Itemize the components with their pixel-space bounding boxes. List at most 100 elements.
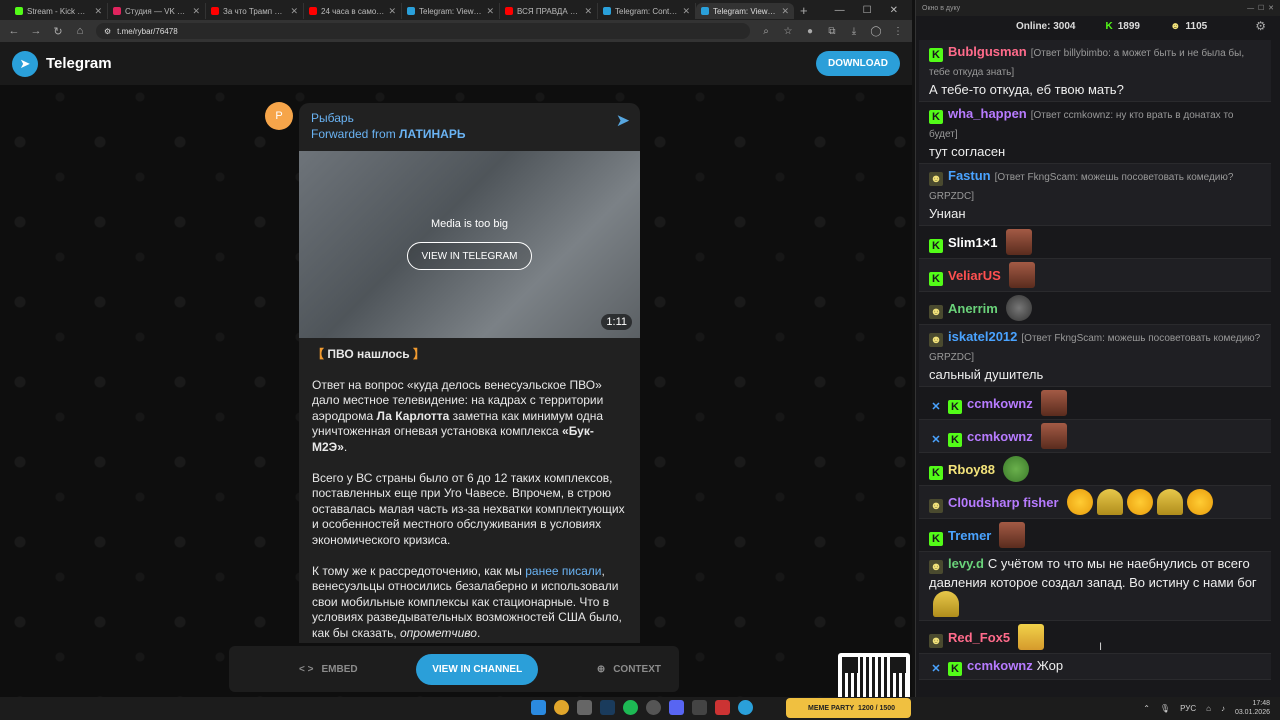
browser-tab[interactable]: Telegram: View @abuz... ✕ [402, 3, 500, 19]
url-field[interactable]: ⚙ t.me/rybar/76478 [96, 23, 750, 39]
username[interactable]: Anerrim [948, 301, 998, 316]
channel-name[interactable]: Рыбарь [311, 111, 628, 125]
username[interactable]: Bublgusman [948, 44, 1027, 59]
zoom-icon[interactable]: ⌕ [760, 26, 772, 37]
browser-tab[interactable]: ВСЯ ПРАВДА ПРО АРГ...✕ [500, 3, 598, 19]
app-icon[interactable] [715, 700, 730, 715]
maximize-icon[interactable]: ☐ [863, 5, 872, 16]
telegram-plane-icon: ➤ [615, 111, 630, 130]
username[interactable]: Fastun [948, 168, 991, 183]
minimize-icon[interactable]: — [835, 5, 845, 16]
close-tab-icon[interactable]: ✕ [94, 6, 102, 17]
username[interactable]: ccmkownz [967, 396, 1033, 411]
username[interactable]: Cl0udsharp fisher [948, 495, 1059, 510]
username[interactable]: Rboy88 [948, 462, 995, 477]
earlier-post-link[interactable]: ранее писали [525, 564, 601, 578]
chat-message: K Slim1×1 [919, 226, 1271, 259]
browser-tab[interactable]: 24 часа в самом опасн... ✕ [304, 3, 402, 19]
steam-icon[interactable] [600, 700, 615, 715]
close-tab-icon[interactable]: ✕ [486, 6, 494, 17]
new-tab-icon[interactable]: + [800, 3, 808, 18]
video-preview[interactable]: Media is too big VIEW IN TELEGRAM 1:11 [299, 151, 640, 338]
chat-message: ✕ Kccmkownz Жор [919, 654, 1271, 680]
globe-icon: ⊕ [596, 663, 606, 675]
chat-message: K VeliarUS [919, 259, 1271, 292]
username[interactable]: ccmkownz [967, 658, 1033, 673]
kick-badge-icon: K [929, 110, 943, 124]
profile-icon[interactable]: ◯ [870, 26, 882, 37]
kick-favicon-icon [15, 7, 23, 15]
close-tab-icon[interactable]: ✕ [290, 6, 298, 17]
view-in-channel-button[interactable]: VIEW IN CHANNEL [416, 653, 539, 685]
forward-icon[interactable]: → [30, 25, 42, 37]
app-icon[interactable] [692, 700, 707, 715]
online-counter: Online: 3004 [1016, 21, 1075, 32]
username[interactable]: VeliarUS [948, 268, 1001, 283]
title-bracket-close: 】 [412, 347, 425, 361]
site-info-icon[interactable]: ⚙ [104, 27, 111, 36]
chat-message: K Rboy88 [919, 453, 1271, 486]
username[interactable]: Red_Fox5 [948, 630, 1010, 645]
close-tab-icon[interactable]: ✕ [388, 6, 396, 17]
paragraph-2: Всего у ВС страны было от 6 до 12 таких … [312, 470, 625, 547]
forwarded-source[interactable]: ЛАТИНАРЬ [399, 127, 465, 141]
language-indicator[interactable]: РУС [1180, 704, 1196, 713]
settings-icon[interactable]: ⚙ [1255, 19, 1266, 33]
bookmark-star-icon[interactable]: ☆ [782, 26, 794, 37]
back-icon[interactable]: ← [8, 25, 20, 37]
network-icon[interactable]: ⌂ [1206, 704, 1211, 713]
app-icon[interactable] [577, 700, 592, 715]
download-button[interactable]: DOWNLOAD [816, 51, 900, 76]
download-icon[interactable]: ⤓ [848, 26, 860, 37]
browser-tab[interactable]: Telegram: Contact @ru...✕ [598, 3, 696, 19]
vk-favicon-icon [113, 7, 121, 15]
chat-window: Окно в дуку — ☐ ✕ Online: 3004 K 1899 ☻ 11… [915, 0, 1280, 697]
spotify-icon[interactable] [623, 700, 638, 715]
username[interactable]: Tremer [948, 528, 991, 543]
context-button[interactable]: ⊕ CONTEXT [597, 664, 661, 675]
home-icon[interactable]: ⌂ [74, 25, 86, 37]
stat-b: ☻ 1105 [1170, 21, 1207, 32]
username[interactable]: ccmkownz [967, 429, 1033, 444]
close-tab-icon[interactable]: ✕ [682, 6, 690, 17]
minimize-icon[interactable]: — ☐ ✕ [1247, 4, 1274, 12]
chat-message: ☻ Anerrim [919, 292, 1271, 325]
browser-tab[interactable]: Студия — VK Видео Live ✕ [108, 3, 206, 19]
username[interactable]: levy.d [948, 556, 984, 571]
username[interactable]: wha_happen [948, 106, 1027, 121]
obs-icon[interactable] [646, 700, 661, 715]
reload-icon[interactable]: ↻ [52, 25, 64, 38]
helmet-badge-icon: ☻ [929, 172, 943, 186]
view-in-telegram-button[interactable]: VIEW IN TELEGRAM [407, 242, 532, 270]
clock[interactable]: 17:48 03.01.2026 [1235, 699, 1270, 717]
volume-icon[interactable]: ♪ [1221, 704, 1225, 713]
kick-badge-icon: K [929, 48, 943, 62]
telegram-logo-icon[interactable]: ➤ [12, 50, 38, 77]
microphone-icon[interactable]: 🎙 [1160, 704, 1170, 713]
extension-icon[interactable]: ● [804, 26, 816, 37]
username[interactable]: iskatel2012 [948, 329, 1017, 344]
menu-icon[interactable]: ⋮ [892, 26, 904, 37]
start-icon[interactable] [531, 700, 546, 715]
chevron-up-icon[interactable]: ⌃ [1143, 704, 1150, 713]
telegram-favicon-icon [407, 7, 415, 15]
channel-avatar[interactable]: Р [265, 102, 293, 130]
close-window-icon[interactable]: ✕ [890, 5, 898, 16]
close-tab-icon[interactable]: ✕ [584, 6, 592, 17]
browser-tab-active[interactable]: Telegram: View @rybar✕ [696, 3, 794, 19]
close-tab-icon[interactable]: ✕ [192, 6, 200, 17]
code-brackets-icon: < > [299, 663, 314, 675]
close-tab-icon[interactable]: ✕ [781, 6, 789, 17]
browser-tab[interactable]: За что Трамп пытается... ✕ [206, 3, 304, 19]
paragraph-3: К тому же к рассредоточению, как мы ране… [312, 564, 627, 642]
telegram-taskbar-icon[interactable] [738, 700, 753, 715]
browser-tab[interactable]: Stream - Kick Dashboard ✕ [10, 3, 108, 19]
extensions-puzzle-icon[interactable]: ⧉ [826, 26, 838, 37]
chrome-icon[interactable] [554, 700, 569, 715]
italic-run: опрометчиво [399, 625, 477, 640]
brand-name[interactable]: Telegram [46, 55, 112, 72]
laughing-emote-icon [1186, 489, 1213, 515]
embed-button[interactable]: < > EMBED [299, 664, 358, 675]
discord-icon[interactable] [669, 700, 684, 715]
username[interactable]: Slim1×1 [948, 235, 998, 250]
